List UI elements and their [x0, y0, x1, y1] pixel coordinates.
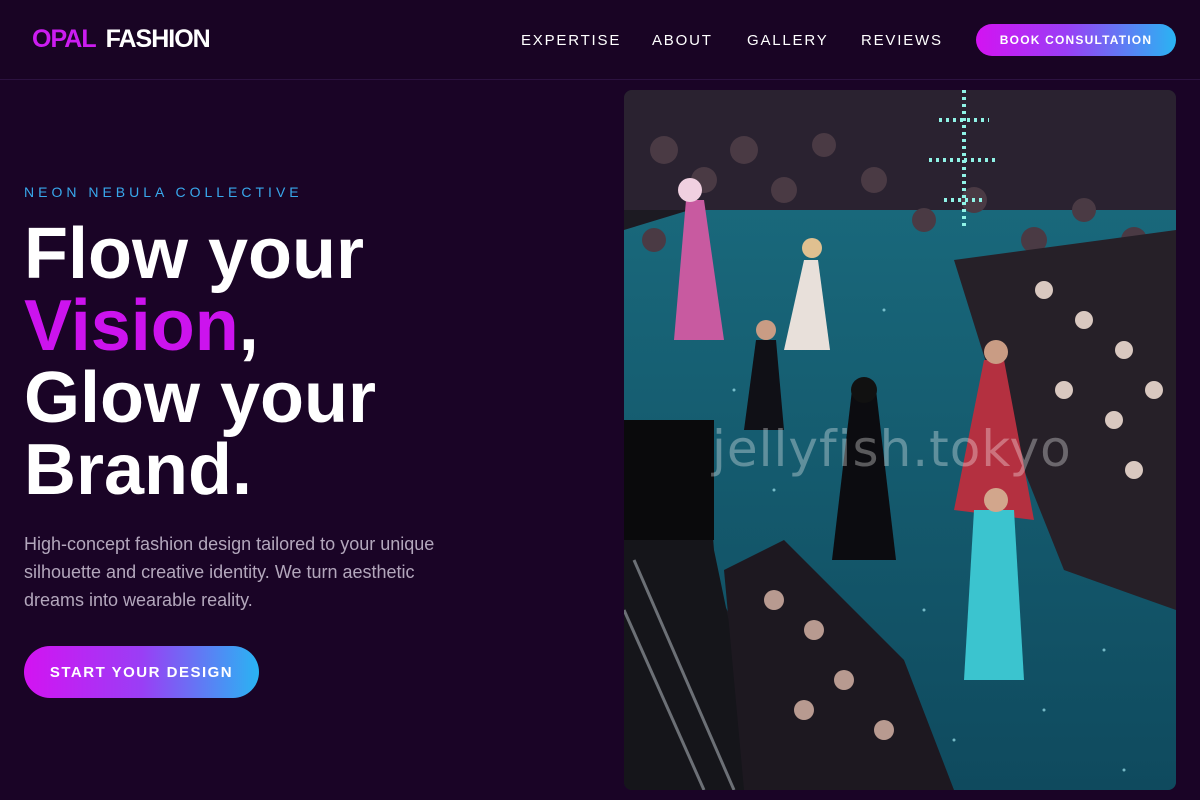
hero-description: High-concept fashion design tailored to … — [24, 534, 435, 610]
top-navbar: OPAL FASHION EXPERTISE ABOUT GALLERY REVI… — [0, 0, 1200, 80]
hero-headline: Flow your Vision, Glow your Brand. — [24, 218, 584, 506]
headline-line-1: Flow your — [24, 214, 364, 294]
headline-highlight: Vision — [24, 286, 239, 366]
nav-link-about[interactable]: ABOUT — [652, 32, 713, 49]
headline-line-4: Brand. — [24, 430, 253, 510]
headline-comma: , — [238, 286, 259, 366]
logo-accent-text: OPAL — [32, 25, 97, 53]
brand-logo[interactable]: OPAL FASHION — [32, 25, 211, 54]
photo-watermark: jellyfish.tokyo — [712, 420, 1072, 478]
headline-line-3: Glow your — [24, 358, 377, 438]
book-consultation-button[interactable]: BOOK CONSULTATION — [976, 24, 1176, 56]
logo-text: FASHION — [105, 25, 211, 53]
hero-eyebrow: NEON NEBULA COLLECTIVE — [24, 184, 303, 200]
nav-link-reviews[interactable]: REVIEWS — [861, 32, 943, 49]
headline-line-2: Vision, — [24, 290, 584, 362]
runway-photo: jellyfish.tokyo — [624, 90, 1176, 790]
nav-link-expertise[interactable]: EXPERTISE — [521, 32, 621, 49]
nav-link-gallery[interactable]: GALLERY — [747, 32, 829, 49]
start-design-button[interactable]: START YOUR DESIGN — [24, 646, 259, 698]
